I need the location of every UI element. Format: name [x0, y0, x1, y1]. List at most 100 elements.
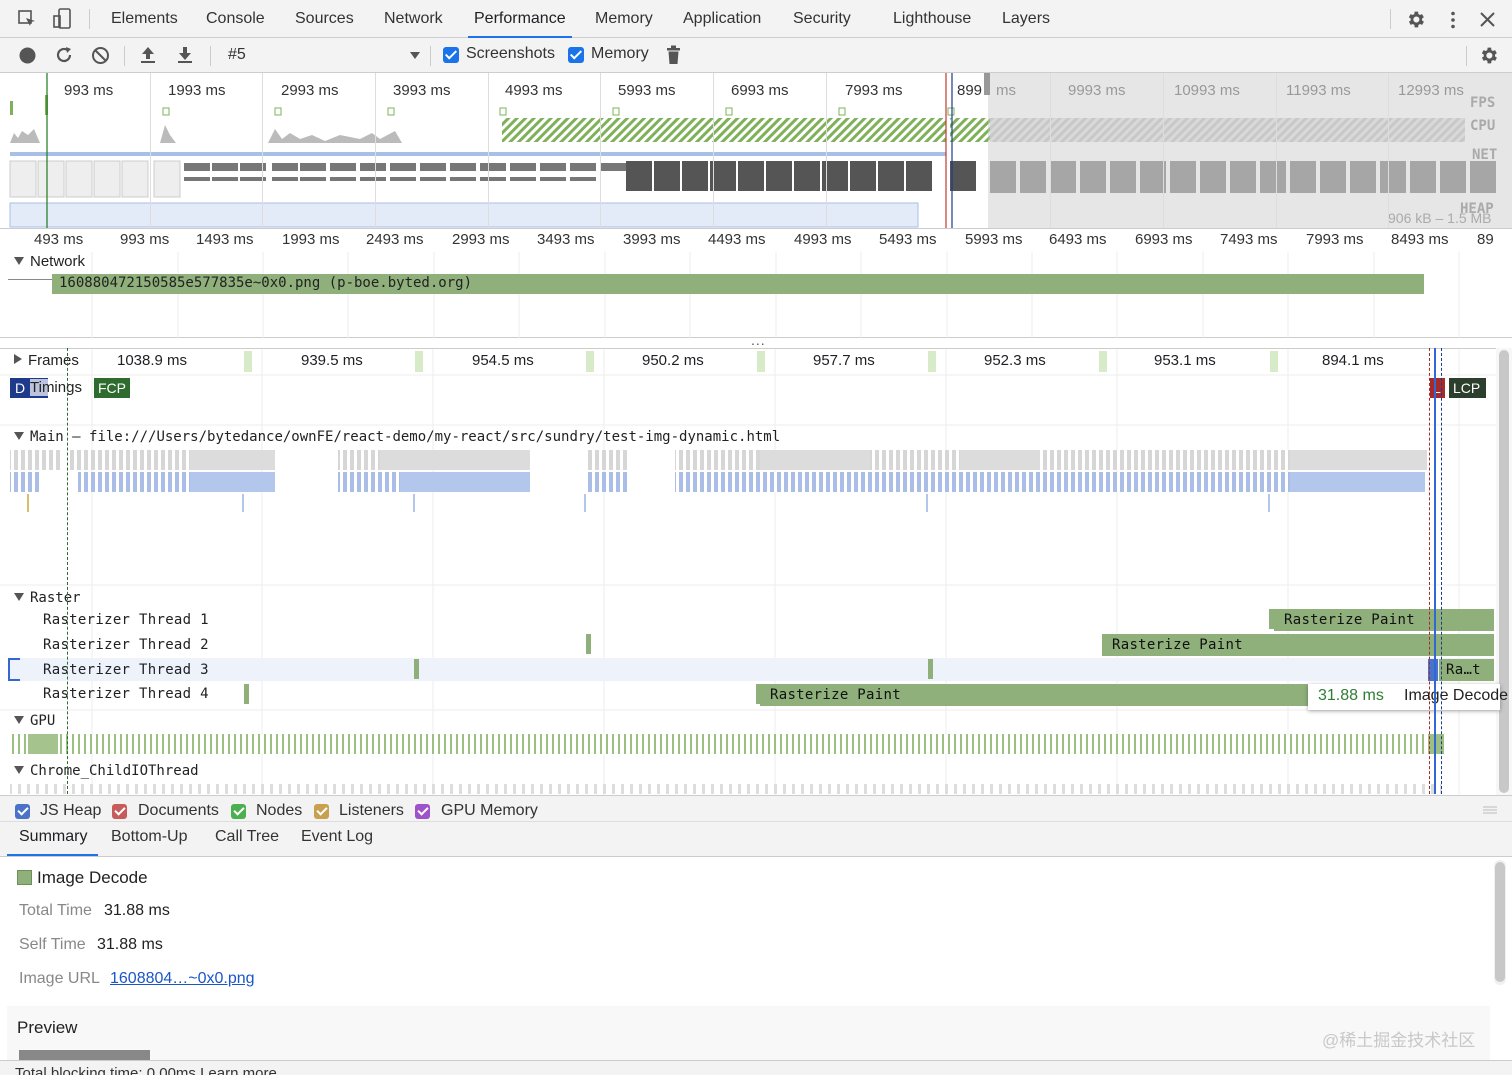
- clear-icon[interactable]: [91, 46, 110, 65]
- ruler-tick: 3993 ms: [623, 231, 681, 248]
- network-section-label: Network: [30, 253, 86, 270]
- heap-range: 906 kB – 1.5 MB: [1388, 210, 1492, 226]
- record-icon[interactable]: [18, 46, 37, 65]
- capture-settings-gear-icon[interactable]: [1478, 45, 1499, 66]
- close-devtools-icon[interactable]: [1479, 11, 1496, 28]
- gpu-memory-checkbox[interactable]: [415, 804, 430, 819]
- collect-garbage-icon[interactable]: [666, 45, 681, 65]
- ruler-tick: 5493 ms: [879, 231, 937, 248]
- profile-select[interactable]: #5: [226, 45, 422, 67]
- inspect-element-icon[interactable]: [17, 9, 37, 29]
- gpu-section-label: GPU: [30, 713, 56, 729]
- listeners-label: Listeners: [339, 802, 404, 819]
- frames-section-label: Frames: [28, 352, 79, 369]
- ruler-tick: 89: [1477, 231, 1494, 248]
- tab-performance[interactable]: Performance: [468, 0, 572, 38]
- rasterize-paint-event[interactable]: Rasterize Paint: [760, 684, 1308, 706]
- total-time-label: Total Time: [19, 902, 92, 919]
- ruler-tick: 7493 ms: [1220, 231, 1278, 248]
- memory-checkbox[interactable]: [568, 47, 584, 63]
- listeners-checkbox[interactable]: [314, 804, 329, 819]
- overview-tick: 6993 ms: [731, 82, 789, 99]
- overview-tick: 9993 ms: [1068, 82, 1126, 99]
- frame-duration[interactable]: 953.1 ms: [1154, 352, 1216, 369]
- memory-counters-bar: [0, 795, 1512, 822]
- overview-tick: 4993 ms: [505, 82, 563, 99]
- gpu-section-toggle[interactable]: GPU: [14, 713, 55, 729]
- event-color-swatch: [17, 870, 32, 885]
- overview-tick: 2993 ms: [281, 82, 339, 99]
- fps-track-label: FPS: [1470, 95, 1496, 111]
- childio-section-toggle[interactable]: Chrome_ChildIOThread: [14, 763, 199, 779]
- cpu-track-label: CPU: [1470, 118, 1496, 134]
- tab-lighthouse[interactable]: Lighthouse: [893, 0, 971, 38]
- frame-duration[interactable]: 894.1 ms: [1322, 352, 1384, 369]
- resize-handle[interactable]: ...: [751, 332, 766, 348]
- load-marker[interactable]: L: [1430, 378, 1445, 398]
- net-track-label: NET: [1472, 147, 1498, 163]
- tab-event-log[interactable]: Event Log: [301, 828, 373, 846]
- image-url-link[interactable]: 1608804…~0x0.png: [110, 970, 255, 988]
- drag-handle-icon[interactable]: [1483, 805, 1497, 815]
- js-heap-label: JS Heap: [40, 802, 102, 819]
- more-options-icon[interactable]: [1443, 10, 1463, 30]
- tab-sources[interactable]: Sources: [295, 0, 354, 38]
- documents-label: Documents: [138, 802, 219, 819]
- tab-call-tree[interactable]: Call Tree: [215, 828, 279, 846]
- devtools-tab-bar: Elements Console Sources Network Perform…: [0, 0, 1512, 38]
- gpu-memory-label: GPU Memory: [441, 802, 538, 819]
- tab-console[interactable]: Console: [206, 0, 265, 38]
- frame-duration[interactable]: 939.5 ms: [301, 352, 363, 369]
- js-heap-checkbox[interactable]: [15, 804, 30, 819]
- rasterize-paint-event[interactable]: Ra…t: [1439, 659, 1494, 681]
- frame-duration[interactable]: 950.2 ms: [642, 352, 704, 369]
- screenshots-checkbox[interactable]: [443, 47, 459, 63]
- tooltip-event-name: Image Decode: [1404, 687, 1509, 704]
- frame-duration[interactable]: 1038.9 ms: [117, 352, 187, 369]
- ruler-tick: 4993 ms: [794, 231, 852, 248]
- tab-summary[interactable]: Summary: [19, 828, 87, 846]
- network-section-toggle[interactable]: Network: [14, 253, 85, 270]
- expand-triangle-icon: [14, 432, 24, 440]
- flame-scrollbar[interactable]: [1496, 348, 1512, 795]
- main-section-label: Main: [30, 429, 64, 445]
- frames-section-toggle[interactable]: Frames: [14, 352, 79, 369]
- ruler-tick: 3493 ms: [537, 231, 595, 248]
- download-profile-icon[interactable]: [175, 45, 195, 65]
- device-toolbar-icon[interactable]: [52, 8, 72, 30]
- raster-section-toggle[interactable]: Raster: [14, 590, 81, 606]
- frame-duration[interactable]: 954.5 ms: [472, 352, 534, 369]
- lcp-marker[interactable]: LCP: [1449, 378, 1486, 398]
- timings-section-label: Timings: [30, 379, 82, 396]
- summary-scrollbar[interactable]: [1494, 860, 1506, 985]
- tab-security[interactable]: Security: [793, 0, 851, 38]
- ruler-tick: 6993 ms: [1135, 231, 1193, 248]
- rasterize-paint-event[interactable]: Rasterize Paint: [1274, 609, 1494, 631]
- tab-layers[interactable]: Layers: [1002, 0, 1050, 38]
- reload-record-icon[interactable]: [54, 45, 74, 65]
- summary-title: Image Decode: [37, 868, 148, 887]
- documents-checkbox[interactable]: [112, 804, 127, 819]
- upload-profile-icon[interactable]: [138, 45, 158, 65]
- collapse-triangle-icon: [14, 354, 22, 364]
- tab-elements[interactable]: Elements: [111, 0, 178, 38]
- frame-duration[interactable]: 957.7 ms: [813, 352, 875, 369]
- tooltip-duration: 31.88 ms: [1318, 687, 1384, 704]
- flame-chart[interactable]: [0, 348, 1512, 796]
- settings-gear-icon[interactable]: [1405, 9, 1426, 30]
- network-track: Network 160880472150585e577835e~0x0.png …: [0, 252, 1512, 338]
- frame-duration[interactable]: 952.3 ms: [984, 352, 1046, 369]
- main-section-toggle[interactable]: Main — file:///Users/bytedance/ownFE/rea…: [14, 429, 780, 445]
- tab-memory[interactable]: Memory: [595, 0, 653, 38]
- gpu-activity[interactable]: [0, 733, 1496, 755]
- main-thread-activity[interactable]: [0, 448, 1496, 518]
- ruler-tick: 1993 ms: [282, 231, 340, 248]
- network-request-bar[interactable]: 160880472150585e577835e~0x0.png (p-boe.b…: [52, 274, 1424, 294]
- nodes-checkbox[interactable]: [231, 804, 246, 819]
- ruler-tick: 6493 ms: [1049, 231, 1107, 248]
- tab-application[interactable]: Application: [683, 0, 761, 38]
- fcp-marker[interactable]: FCP: [94, 378, 130, 398]
- tab-bottom-up[interactable]: Bottom-Up: [111, 828, 187, 846]
- performance-toolbar: #5 Screenshots Memory: [0, 38, 1512, 73]
- tab-network[interactable]: Network: [384, 0, 443, 38]
